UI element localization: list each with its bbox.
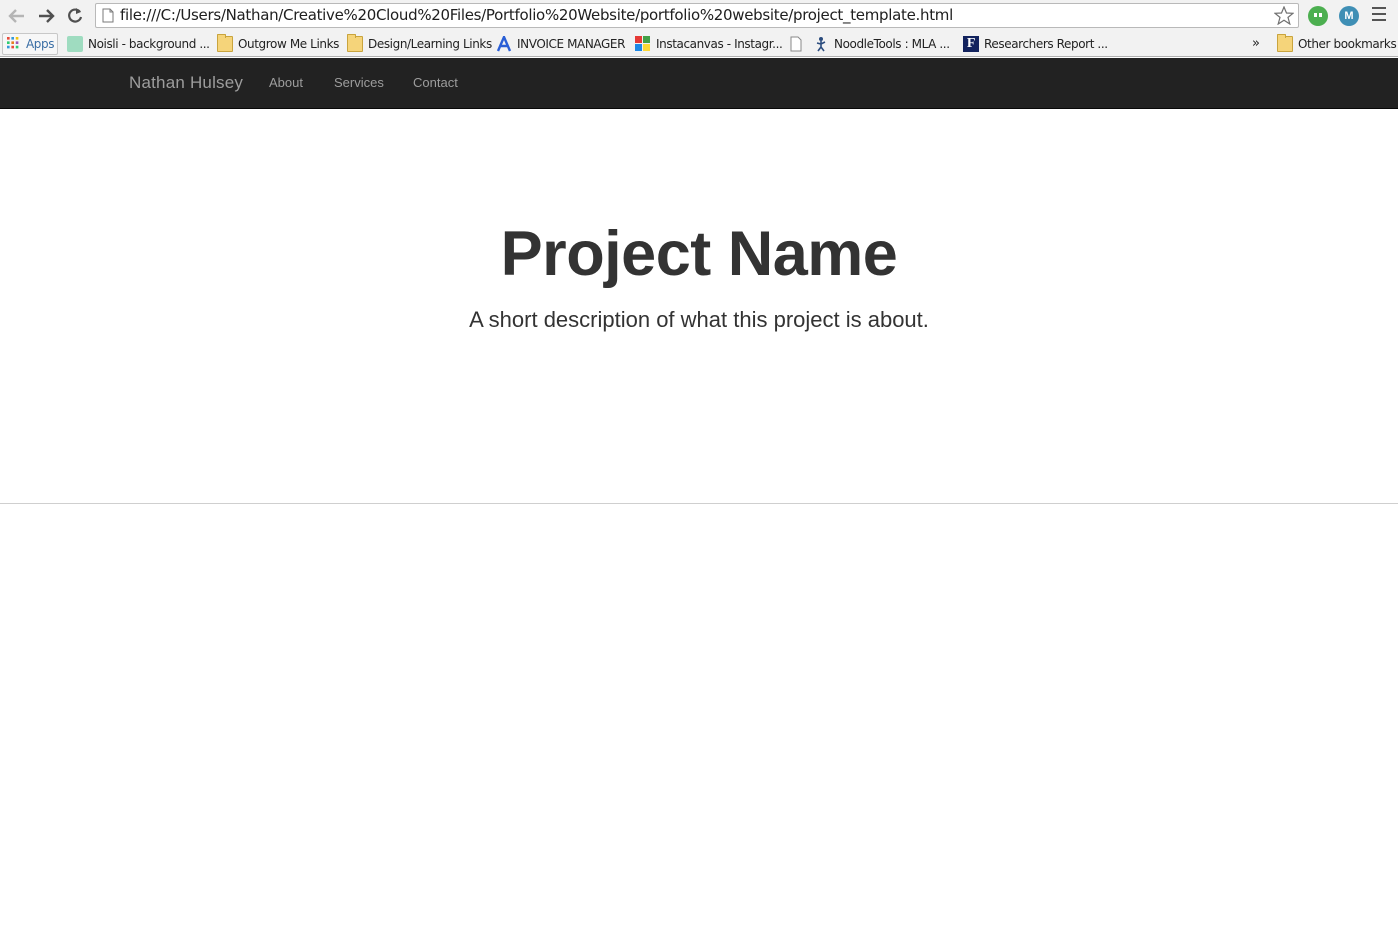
site-navbar: Nathan Hulsey About Services Contact bbox=[0, 58, 1398, 109]
bookmark-researchers-report[interactable]: F Researchers Report ... bbox=[963, 31, 1108, 56]
nav-link-about[interactable]: About bbox=[269, 58, 303, 108]
back-button[interactable] bbox=[5, 4, 29, 28]
folder-icon bbox=[347, 33, 363, 52]
blank-page-icon bbox=[790, 36, 802, 51]
project-description: A short description of what this project… bbox=[469, 307, 929, 332]
project-header: Project Name A short description of what… bbox=[0, 109, 1398, 504]
project-title: Project Name bbox=[500, 219, 898, 289]
forward-arrow-icon bbox=[39, 9, 55, 23]
bookmark-label: Design/Learning Links bbox=[368, 36, 492, 51]
bookmark-label: Researchers Report ... bbox=[984, 36, 1108, 51]
nav-link-services[interactable]: Services bbox=[334, 58, 384, 108]
other-bookmarks-label: Other bookmarks bbox=[1298, 36, 1397, 51]
address-bar[interactable]: file:///C:/Users/Nathan/Creative%20Cloud… bbox=[95, 3, 1299, 28]
brand-link[interactable]: Nathan Hulsey bbox=[129, 58, 243, 108]
bookmarks-overflow-button[interactable]: » bbox=[1252, 31, 1260, 56]
url-text: file:///C:/Users/Nathan/Creative%20Cloud… bbox=[120, 6, 953, 24]
bookmark-noisli[interactable]: Noisli - background ... bbox=[67, 31, 210, 56]
other-bookmarks-folder[interactable]: Other bookmarks bbox=[1277, 31, 1397, 56]
noodletools-icon bbox=[816, 36, 826, 51]
noisli-icon bbox=[67, 35, 83, 52]
bookmarks-bar: Apps Noisli - background ... Outgrow Me … bbox=[0, 31, 1398, 57]
apps-grid-icon bbox=[7, 36, 19, 48]
chrome-menu-icon[interactable] bbox=[1372, 7, 1390, 23]
back-arrow-icon bbox=[8, 9, 24, 23]
instacanvas-icon bbox=[635, 35, 650, 51]
bookmark-label: Instacanvas - Instagr... bbox=[656, 36, 783, 51]
bookmark-star-icon[interactable] bbox=[1274, 6, 1294, 25]
reload-button[interactable] bbox=[63, 4, 87, 28]
overflow-chevron-icon: » bbox=[1252, 36, 1260, 51]
nav-link-contact[interactable]: Contact bbox=[413, 58, 458, 108]
folder-icon bbox=[1277, 33, 1293, 52]
forward-button[interactable] bbox=[34, 4, 58, 28]
reload-icon bbox=[68, 8, 83, 23]
folder-icon bbox=[217, 33, 233, 52]
bookmark-invoice-manager[interactable]: INVOICE MANAGER bbox=[496, 31, 625, 56]
invoice-a-icon bbox=[496, 35, 512, 51]
bookmark-label: Apps bbox=[26, 36, 55, 51]
bookmark-design-learning-links[interactable]: Design/Learning Links bbox=[347, 31, 492, 56]
browser-toolbar: file:///C:/Users/Nathan/Creative%20Cloud… bbox=[0, 0, 1398, 31]
bookmark-label: Outgrow Me Links bbox=[238, 36, 339, 51]
bookmark-label: NoodleTools : MLA ... bbox=[834, 36, 950, 51]
f-logo-icon: F bbox=[963, 35, 979, 52]
bookmark-label: Noisli - background ... bbox=[88, 36, 210, 51]
bookmark-outgrow-me-links[interactable]: Outgrow Me Links bbox=[217, 31, 339, 56]
page-icon bbox=[102, 8, 114, 23]
bookmark-noodletools[interactable]: NoodleTools : MLA ... bbox=[813, 31, 950, 56]
bookmark-instacanvas[interactable]: Instacanvas - Instagr... bbox=[635, 31, 783, 56]
bookmark-label: INVOICE MANAGER bbox=[517, 36, 626, 51]
bookmark-untitled[interactable] bbox=[788, 31, 809, 56]
m-extension-icon[interactable]: M bbox=[1339, 6, 1359, 26]
bookmark-apps[interactable]: Apps bbox=[7, 31, 55, 56]
hangouts-extension-icon[interactable] bbox=[1308, 6, 1328, 26]
